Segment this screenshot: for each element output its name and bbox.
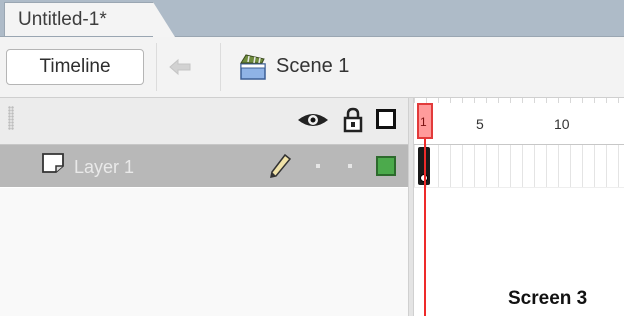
edit-bar: Timeline Scene 1 xyxy=(0,37,624,98)
pencil-icon xyxy=(270,153,292,178)
layer-list-empty-area xyxy=(0,188,408,316)
scene-clapper-icon xyxy=(240,54,266,80)
document-tab-strip: Untitled-1* xyxy=(0,0,624,37)
document-tab[interactable]: Untitled-1* xyxy=(4,2,175,37)
scene-label[interactable]: Scene 1 xyxy=(276,55,349,78)
ruler-tick: 10 xyxy=(554,116,570,132)
playhead-line xyxy=(424,139,426,316)
grip-handle-icon[interactable] xyxy=(8,106,14,130)
caption: Screen 3 xyxy=(508,288,588,309)
lock-icon[interactable] xyxy=(342,107,364,133)
layer-color-swatch[interactable] xyxy=(376,156,396,176)
outline-icon[interactable] xyxy=(376,109,396,129)
frames-row[interactable] xyxy=(414,145,624,188)
visibility-toggle-dot[interactable] xyxy=(316,164,320,168)
eye-icon[interactable] xyxy=(296,108,330,132)
layer-name[interactable]: Layer 1 xyxy=(74,157,134,178)
timeline-button[interactable]: Timeline xyxy=(6,49,144,85)
frame-ruler[interactable]: 1 5 10 xyxy=(414,98,624,145)
back-arrow-icon[interactable] xyxy=(166,55,194,79)
ruler-tick: 5 xyxy=(476,116,484,132)
toolbar-divider xyxy=(156,43,157,91)
lock-toggle-dot[interactable] xyxy=(348,164,352,168)
playhead[interactable]: 1 xyxy=(417,103,433,139)
layer-row[interactable]: Layer 1 xyxy=(0,145,408,187)
toolbar-divider xyxy=(220,43,221,91)
layer-panel-header xyxy=(0,98,408,145)
layer-page-icon xyxy=(42,153,64,173)
